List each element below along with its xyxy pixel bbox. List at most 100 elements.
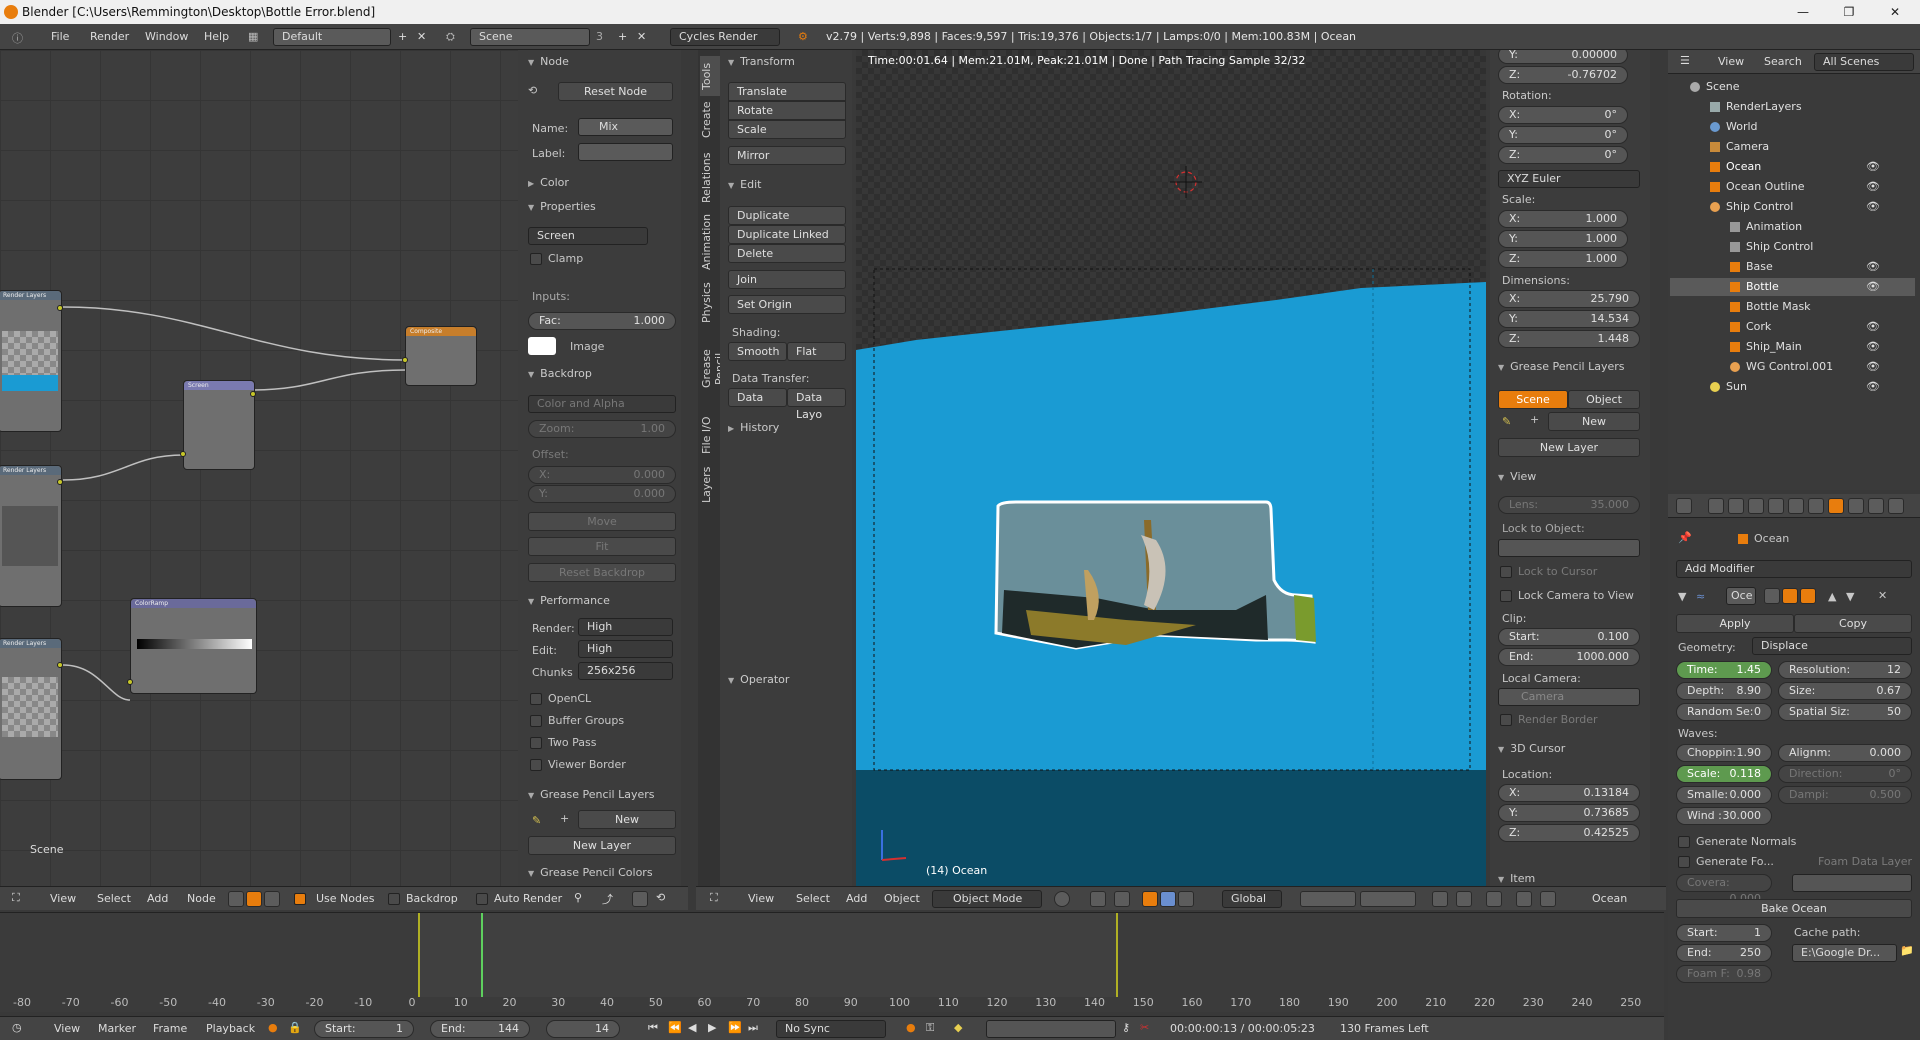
- render-opengl-icon[interactable]: [1516, 891, 1532, 907]
- snap-icon[interactable]: ⚲: [574, 891, 582, 904]
- world-tab-icon[interactable]: [1768, 498, 1784, 514]
- ocean-size-field[interactable]: Size: 0.67: [1778, 682, 1912, 700]
- scale-y-field[interactable]: Y: 1.000: [1498, 230, 1628, 248]
- data-tab-icon[interactable]: [1848, 498, 1864, 514]
- screen-layout-field[interactable]: Default: [273, 28, 391, 46]
- collapse-modifier-icon[interactable]: ▼: [1678, 590, 1686, 603]
- rotation-mode-select[interactable]: XYZ Euler: [1498, 170, 1640, 188]
- color-panel-header[interactable]: Color: [528, 176, 569, 189]
- gp-new-layer-button-2[interactable]: New Layer: [1498, 438, 1640, 457]
- constraints-tab-icon[interactable]: [1808, 498, 1824, 514]
- link-icon[interactable]: ⟲: [656, 891, 665, 904]
- visibility-eye-icon[interactable]: 👁: [1866, 360, 1880, 373]
- visibility-eye-icon[interactable]: 👁: [1866, 320, 1880, 333]
- render-border-checkbox[interactable]: [1500, 714, 1512, 726]
- tab-file-io[interactable]: File I/O: [700, 415, 720, 455]
- folder-icon[interactable]: 📁: [1900, 944, 1914, 957]
- backdrop-offset-y[interactable]: Y: 0.000: [528, 485, 676, 503]
- two-pass-checkbox[interactable]: [530, 737, 542, 749]
- modifier-name-field[interactable]: Oce: [1726, 587, 1756, 605]
- keyframe-icon[interactable]: ◆: [954, 1021, 962, 1034]
- keying-set-field[interactable]: [986, 1020, 1116, 1038]
- delete-button[interactable]: Delete: [728, 244, 846, 263]
- backdrop-checkbox[interactable]: [388, 893, 400, 905]
- timeline-editor-icon[interactable]: ◷: [12, 1021, 22, 1034]
- add-menu[interactable]: Add: [846, 892, 867, 905]
- backdrop-panel-header[interactable]: Backdrop: [528, 367, 592, 380]
- output-socket[interactable]: [57, 479, 63, 485]
- pencil-icon[interactable]: ✎: [532, 814, 541, 827]
- rotate-button[interactable]: Rotate: [728, 101, 846, 120]
- tab-animation[interactable]: Animation: [700, 212, 720, 272]
- snap-element-icon[interactable]: [1486, 891, 1502, 907]
- node-panel-header[interactable]: Node: [528, 55, 569, 68]
- compositor-tree-icon[interactable]: [246, 891, 262, 907]
- item-header[interactable]: Item: [1498, 872, 1535, 885]
- jump-keyframe-forward-icon[interactable]: ⏩: [728, 1021, 742, 1034]
- tab-create[interactable]: Create: [700, 100, 720, 140]
- backdrop-offset-x[interactable]: X: 0.000: [528, 466, 676, 484]
- ocean-damping-field[interactable]: Dampi: 0.500: [1778, 786, 1912, 804]
- outliner-display-mode-select[interactable]: All Scenes: [1814, 53, 1914, 71]
- ocean-depth-field[interactable]: Depth: 8.90: [1676, 682, 1772, 700]
- view-menu[interactable]: View: [748, 892, 774, 905]
- view-panel-header[interactable]: View: [1498, 470, 1536, 483]
- mirror-button[interactable]: Mirror: [728, 146, 846, 165]
- render-quality-select[interactable]: High: [578, 618, 673, 636]
- scale-button[interactable]: Scale: [728, 120, 846, 139]
- gp-layers-header[interactable]: Grease Pencil Layers: [1498, 360, 1624, 373]
- fit-backdrop-button[interactable]: Fit: [528, 537, 676, 556]
- ocean-spatial-size-field[interactable]: Spatial Siz: 50: [1778, 703, 1912, 721]
- parent-icon[interactable]: ⤴: [602, 891, 613, 907]
- auto-keying-icon[interactable]: ●: [906, 1021, 916, 1034]
- texture-tree-icon[interactable]: [264, 891, 280, 907]
- timeline[interactable]: [0, 912, 1664, 1012]
- remove-scene-icon[interactable]: ✕: [637, 30, 646, 43]
- render-engine-select[interactable]: Cycles Render: [670, 28, 780, 46]
- add-scene-icon[interactable]: +: [618, 30, 627, 43]
- viewer-border-checkbox[interactable]: [530, 759, 542, 771]
- node-menu-select[interactable]: Select: [97, 892, 131, 905]
- interaction-mode-select[interactable]: Object Mode: [932, 890, 1042, 908]
- outliner-row-renderlayers[interactable]: RenderLayers: [1670, 98, 1915, 116]
- object-tab-icon[interactable]: [1788, 498, 1804, 514]
- gp-new-button[interactable]: New: [578, 810, 676, 829]
- move-up-icon[interactable]: ▲: [1828, 590, 1836, 603]
- outliner-row-world[interactable]: World: [1670, 118, 1915, 136]
- location-y-field[interactable]: Y: 0.00000: [1498, 50, 1628, 64]
- menu-help[interactable]: Help: [204, 30, 229, 43]
- select-menu[interactable]: Select: [796, 892, 830, 905]
- shading-mode-icon[interactable]: [1054, 891, 1070, 907]
- rotate-manipulator-icon[interactable]: [1160, 891, 1176, 907]
- apply-modifier-button[interactable]: Apply: [1676, 614, 1794, 633]
- tab-tools[interactable]: Tools: [700, 56, 720, 96]
- rotation-z-field[interactable]: Z: 0°: [1498, 146, 1628, 164]
- node-name-field[interactable]: Mix: [578, 118, 673, 136]
- node-label-field[interactable]: [578, 143, 673, 161]
- timeline-view-menu[interactable]: View: [54, 1022, 80, 1035]
- proportional-edit-icon[interactable]: [1456, 891, 1472, 907]
- node-menu-add[interactable]: Add: [147, 892, 168, 905]
- lock-to-cursor-checkbox[interactable]: [1500, 566, 1512, 578]
- end-frame-field[interactable]: End: 144: [430, 1020, 530, 1038]
- generate-foam-checkbox[interactable]: [1678, 856, 1690, 868]
- timeline-marker-menu[interactable]: Marker: [98, 1022, 136, 1035]
- outliner-view-menu[interactable]: View: [1718, 55, 1744, 68]
- backdrop-zoom-field[interactable]: Zoom: 1.00: [528, 420, 676, 438]
- outliner-editor-icon[interactable]: ☰: [1680, 54, 1690, 67]
- gp-scene-button[interactable]: Scene: [1498, 390, 1568, 409]
- pivot-icon[interactable]: [1090, 891, 1106, 907]
- render-layers-tab-icon[interactable]: [1728, 498, 1744, 514]
- foam-layer-field[interactable]: [1792, 874, 1912, 892]
- manipulator-icon[interactable]: [1114, 891, 1130, 907]
- minimize-button[interactable]: —: [1780, 0, 1826, 24]
- edit-mode-icon[interactable]: [1764, 588, 1780, 604]
- local-camera-field[interactable]: Camera: [1498, 688, 1640, 706]
- node-menu-node[interactable]: Node: [187, 892, 216, 905]
- shader-tree-icon[interactable]: [228, 891, 244, 907]
- lock-icon[interactable]: 🔒: [288, 1021, 302, 1034]
- cursor-y-field[interactable]: Y: 0.73685: [1498, 804, 1640, 822]
- scene-icon[interactable]: ⛭: [446, 30, 455, 44]
- editor-type-icon[interactable]: ⛶: [12, 891, 20, 905]
- pencil-icon[interactable]: ✎: [1502, 415, 1511, 428]
